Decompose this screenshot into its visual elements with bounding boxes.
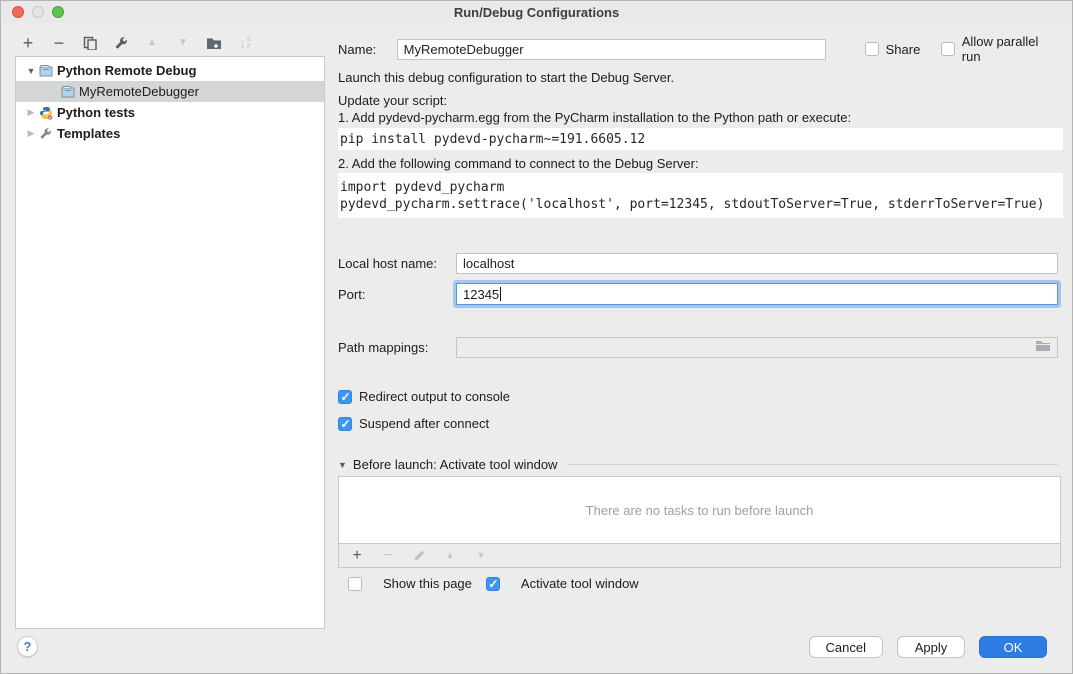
activate-tool-window-checkbox[interactable]	[486, 577, 500, 591]
suspend-after-connect-label: Suspend after connect	[359, 416, 489, 431]
window-title: Run/Debug Configurations	[454, 5, 619, 20]
close-button[interactable]	[12, 6, 24, 18]
allow-parallel-run-checkbox[interactable]	[941, 42, 955, 56]
configurations-toolbar: + − ▲ ▼ ↓az	[19, 32, 254, 54]
path-mappings-input[interactable]	[456, 337, 1058, 358]
share-label: Share	[886, 42, 921, 57]
run-debug-configurations-dialog: Run/Debug Configurations + − ▲ ▼ ↓az ▼ P…	[0, 0, 1073, 674]
edit-defaults-icon[interactable]	[112, 34, 130, 52]
before-launch-toolbar: + − ▲ ▼	[339, 543, 1060, 567]
redirect-output-checkbox[interactable]	[338, 390, 352, 404]
instruction-intro: Launch this debug configuration to start…	[338, 70, 1058, 85]
apply-button[interactable]: Apply	[897, 636, 965, 658]
share-checkbox[interactable]	[865, 42, 879, 56]
before-launch-task-list[interactable]: There are no tasks to run before launch	[339, 477, 1060, 543]
empty-tasks-text: There are no tasks to run before launch	[586, 503, 814, 518]
add-icon[interactable]: +	[19, 34, 37, 52]
collapse-triangle-icon[interactable]: ▼	[338, 460, 347, 470]
chevron-right-icon[interactable]: ▶	[24, 107, 38, 118]
chevron-right-icon[interactable]: ▶	[24, 128, 38, 139]
python-icon	[38, 106, 53, 120]
settrace-code-line1: import pydevd_pycharm	[340, 179, 1063, 196]
new-folder-icon[interactable]	[205, 34, 223, 52]
tree-item-templates[interactable]: ▶ Templates	[16, 123, 324, 144]
text-caret	[500, 287, 501, 301]
minimize-button	[32, 6, 44, 18]
pip-install-code[interactable]: pip install pydevd-pycharm~=191.6605.12	[338, 128, 1063, 150]
help-button[interactable]: ?	[17, 636, 38, 657]
remove-icon[interactable]: −	[50, 34, 68, 52]
run-configuration-icon	[60, 85, 75, 99]
remove-task-icon: −	[379, 547, 397, 565]
separator-line	[567, 464, 1058, 465]
question-mark-icon: ?	[24, 639, 32, 654]
settrace-code-line2: pydevd_pycharm.settrace('localhost', por…	[340, 196, 1063, 213]
edit-task-icon	[410, 547, 428, 565]
settrace-code[interactable]: import pydevd_pycharm pydevd_pycharm.set…	[338, 173, 1063, 218]
titlebar: Run/Debug Configurations	[1, 1, 1072, 23]
name-label: Name:	[338, 42, 385, 57]
path-mappings-label: Path mappings:	[338, 340, 456, 355]
instruction-step1: 1. Add pydevd-pycharm.egg from the PyCha…	[338, 110, 1058, 125]
configuration-form: Name: MyRemoteDebugger Share Allow paral…	[326, 23, 1073, 633]
wrench-icon	[38, 127, 53, 141]
before-launch-header[interactable]: ▼ Before launch: Activate tool window	[338, 457, 1058, 472]
port-label: Port:	[338, 287, 456, 302]
cancel-button[interactable]: Cancel	[809, 636, 883, 658]
instruction-step2: 2. Add the following command to connect …	[338, 156, 1058, 171]
tree-item-python-remote-debug[interactable]: ▼ Python Remote Debug	[16, 60, 324, 81]
tree-item-label: Python Remote Debug	[57, 63, 196, 78]
local-host-name-input[interactable]: localhost	[456, 253, 1058, 274]
move-down-icon: ▼	[174, 34, 192, 52]
copy-icon[interactable]	[81, 34, 99, 52]
before-launch-title: Before launch: Activate tool window	[353, 457, 558, 472]
zoom-button[interactable]	[52, 6, 64, 18]
before-launch-panel: There are no tasks to run before launch …	[338, 476, 1061, 568]
ok-button[interactable]: OK	[979, 636, 1047, 658]
run-configuration-icon	[38, 64, 53, 78]
chevron-down-icon[interactable]: ▼	[24, 66, 38, 76]
move-task-down-icon: ▼	[472, 547, 490, 565]
allow-parallel-run-label: Allow parallel run	[962, 34, 1058, 64]
local-host-name-label: Local host name:	[338, 256, 456, 271]
sort-alphabetically-icon: ↓az	[236, 34, 254, 52]
show-this-page-checkbox[interactable]	[348, 577, 362, 591]
move-up-icon: ▲	[143, 34, 161, 52]
activate-tool-window-label: Activate tool window	[521, 576, 639, 591]
redirect-output-label: Redirect output to console	[359, 389, 510, 404]
tree-item-myremotedebugger[interactable]: MyRemoteDebugger	[16, 81, 324, 102]
port-input[interactable]: 12345	[456, 283, 1058, 305]
traffic-lights	[12, 6, 64, 18]
tree-item-label: MyRemoteDebugger	[79, 84, 199, 99]
name-input[interactable]: MyRemoteDebugger	[397, 39, 826, 60]
configurations-tree: ▼ Python Remote Debug MyRemoteDebugger ▶…	[15, 56, 325, 629]
tree-item-python-tests[interactable]: ▶ Python tests	[16, 102, 324, 123]
tree-item-label: Python tests	[57, 105, 135, 120]
suspend-after-connect-checkbox[interactable]	[338, 417, 352, 431]
add-task-icon[interactable]: +	[348, 547, 366, 565]
dialog-footer: ? Cancel Apply OK	[1, 627, 1072, 673]
browse-folder-icon[interactable]	[1035, 340, 1051, 355]
tree-item-label: Templates	[57, 126, 120, 141]
instruction-update: Update your script:	[338, 93, 1058, 108]
show-this-page-label: Show this page	[383, 576, 472, 591]
move-task-up-icon: ▲	[441, 547, 459, 565]
